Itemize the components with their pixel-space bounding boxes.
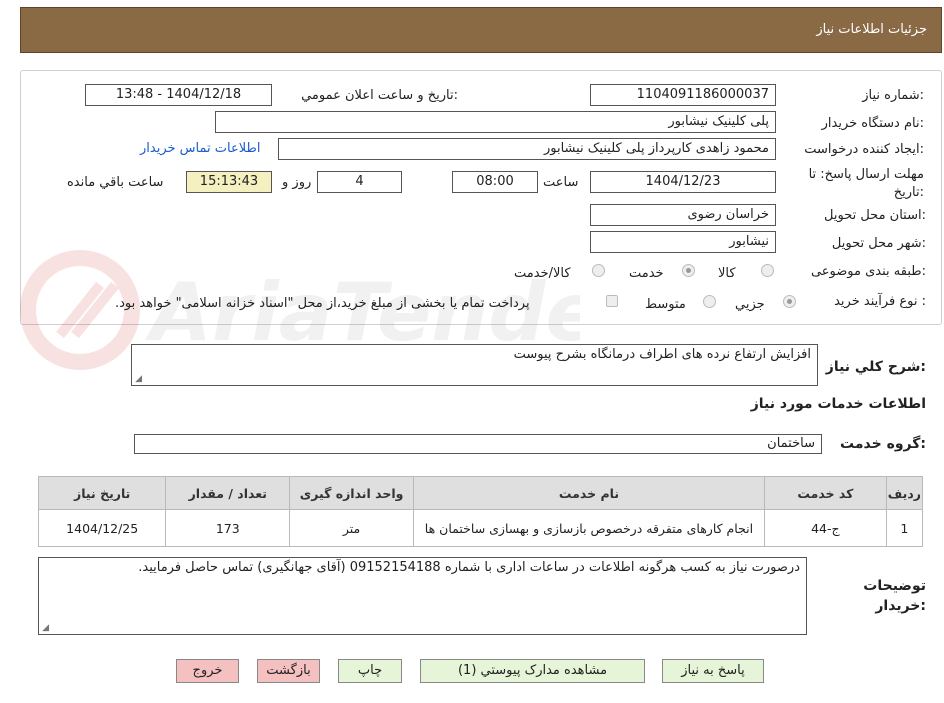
category-option-service: خدمت: [629, 266, 664, 281]
category-radio-goods-service[interactable]: [592, 264, 605, 277]
buyer-org-field: پلی کلینیک نیشابور: [215, 111, 776, 133]
process-radio-minor[interactable]: [783, 295, 796, 308]
deadline-date-field: 1404/12/23: [590, 171, 776, 193]
days-label: روز و: [282, 175, 312, 190]
view-attachments-button[interactable]: مشاهده مدارک پيوستي (1): [420, 659, 645, 683]
category-option-goods: کالا: [718, 266, 736, 281]
cell-need-date: 1404/12/25: [37, 509, 167, 547]
province-field: خراسان رضوی: [590, 204, 776, 226]
requester-field: محمود زاهدی کارپرداز پلی کلینیک نیشابور: [278, 138, 776, 160]
page-title: جزئیات اطلاعات نیاز: [816, 22, 927, 37]
category-option-goods-service: کالا/خدمت: [514, 266, 571, 281]
table-row: 1 ج-44 انجام کارهای متفرقه درخصوص بازساز…: [37, 509, 924, 547]
cell-service-code: ج-44: [763, 509, 887, 547]
announce-date-label: تاریخ و ساعت اعلان عمومي:: [301, 88, 458, 103]
page-header: جزئیات اطلاعات نیاز: [20, 7, 942, 53]
print-button[interactable]: چاپ: [338, 659, 402, 683]
service-group-label: گروه خدمت:: [840, 436, 926, 452]
description-label: شرح كلي نياز:: [825, 359, 926, 375]
remaining-time-field: 15:13:43: [186, 171, 272, 193]
buyer-org-label: نام دستگاه خريدار:: [821, 116, 924, 131]
cell-row: 1: [885, 509, 924, 547]
resize-grip-icon[interactable]: ◢: [134, 375, 142, 384]
treasury-payment-checkbox[interactable]: [606, 295, 618, 307]
exit-button[interactable]: خروج: [176, 659, 239, 683]
category-radio-service[interactable]: [682, 264, 695, 277]
category-label: طبقه بندی موضوعی:: [810, 264, 926, 279]
col-unit: واحد اندازه گيری: [289, 476, 414, 510]
deadline-time-field: 08:00: [452, 171, 538, 193]
reply-button[interactable]: پاسخ به نياز: [662, 659, 764, 683]
description-text: افزایش ارتفاع نرده های اطراف درمانگاه بش…: [513, 347, 811, 362]
buyer-notes-textarea[interactable]: درصورت نیاز به کسب هرگونه اطلاعات در ساع…: [38, 557, 807, 635]
deadline-time-label: ساعت: [543, 175, 579, 190]
city-field: نیشابور: [590, 231, 776, 253]
announce-date-field: 1404/12/18 - 13:48: [85, 84, 272, 106]
remaining-time-label: ساعت باقي مانده: [67, 175, 164, 190]
table-header-row: رديف كد خدمت نام خدمت واحد اندازه گيری ت…: [37, 476, 924, 510]
days-field: 4: [317, 171, 402, 193]
process-option-medium: متوسط: [645, 297, 686, 312]
service-group-field: ساختمان: [134, 434, 822, 454]
buyer-notes-text: درصورت نیاز به کسب هرگونه اطلاعات در ساع…: [138, 560, 800, 575]
col-need-date: تاريخ نياز: [37, 476, 167, 510]
cell-unit: متر: [289, 509, 414, 547]
services-section-title: اطلاعات خدمات مورد نياز: [750, 396, 926, 412]
services-table: رديف كد خدمت نام خدمت واحد اندازه گيری ت…: [37, 476, 924, 547]
description-textarea[interactable]: افزایش ارتفاع نرده های اطراف درمانگاه بش…: [131, 344, 818, 386]
requester-label: ايجاد كننده درخواست:: [804, 142, 924, 157]
buyer-notes-label: توضيحات خريدار:: [863, 578, 926, 614]
col-service-name: نام خدمت: [412, 476, 765, 510]
process-radio-medium[interactable]: [703, 295, 716, 308]
buyer-contact-link[interactable]: اطلاعات تماس خريدار: [140, 141, 260, 156]
cell-quantity: 173: [165, 509, 291, 547]
city-label: شهر محل تحویل:: [831, 236, 926, 251]
province-label: استان محل تحویل:: [824, 208, 926, 223]
deadline-label: مهلت ارسال پاسخ: تا تاریخ:: [808, 167, 924, 200]
col-row: رديف: [885, 476, 924, 510]
resize-grip-icon[interactable]: ◢: [41, 624, 49, 633]
process-label: نوع فرآیند خرید :: [834, 294, 926, 309]
col-quantity: تعداد / مقدار: [165, 476, 291, 510]
need-number-label: شماره نیاز:: [862, 88, 924, 103]
need-number-field: 1104091186000037: [590, 84, 776, 106]
process-option-minor: جزيي: [735, 297, 765, 312]
category-radio-goods[interactable]: [761, 264, 774, 277]
col-service-code: كد خدمت: [763, 476, 887, 510]
treasury-payment-note: پرداخت تمام یا بخشی از مبلغ خرید،از محل …: [115, 296, 530, 311]
back-button[interactable]: بازگشت: [257, 659, 320, 683]
cell-service-name: انجام کارهای متفرقه درخصوص بازسازی و بهس…: [412, 509, 765, 547]
